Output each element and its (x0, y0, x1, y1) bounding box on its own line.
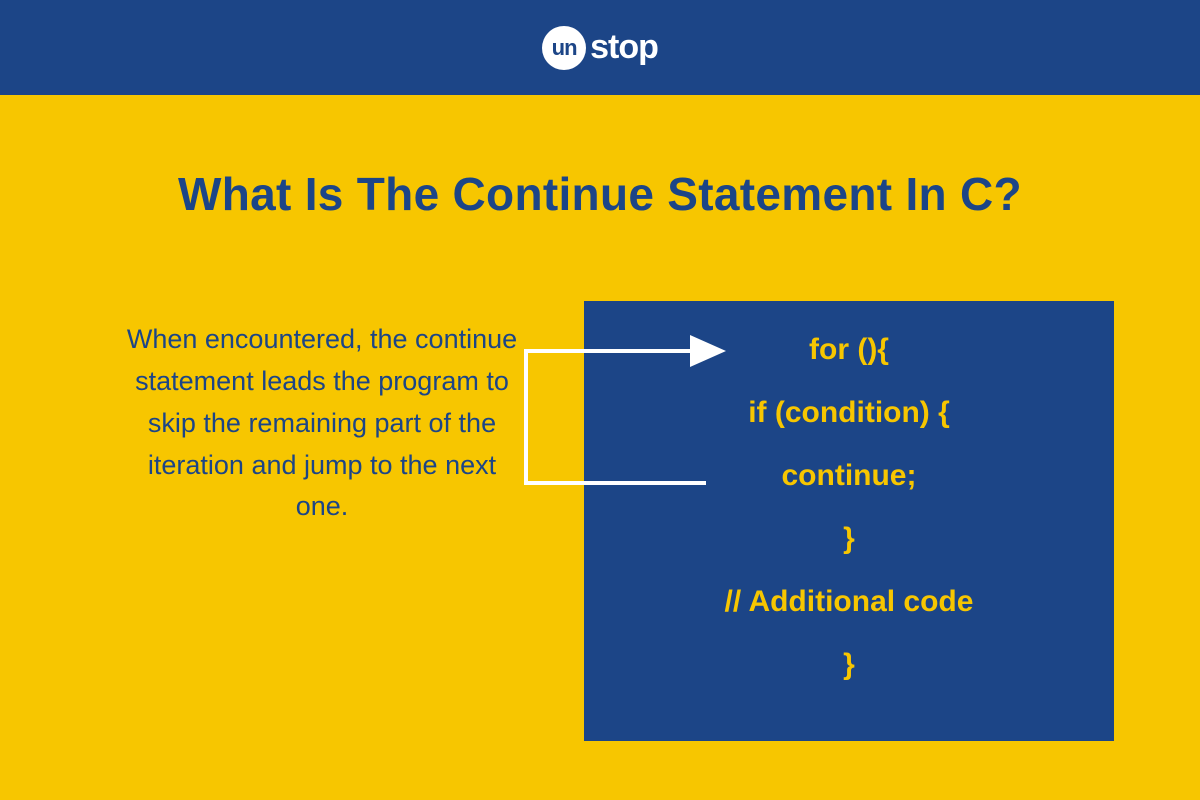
code-line-6: } (843, 648, 855, 681)
header-bar: un stop (0, 0, 1200, 95)
logo-circle-text: un (552, 35, 577, 61)
logo-rest-text: stop (590, 28, 658, 67)
description-text: When encountered, the continue statement… (122, 319, 522, 528)
flow-arrow-icon (516, 333, 776, 513)
page-title: What Is The Continue Statement In C? (0, 167, 1200, 221)
code-line-1: for (){ (809, 333, 889, 366)
code-line-2: if (condition) { (748, 396, 950, 429)
code-line-4: } (843, 522, 855, 555)
brand-logo: un stop (542, 26, 658, 70)
content-area: When encountered, the continue statement… (0, 301, 1200, 781)
code-line-3: continue; (782, 459, 917, 492)
code-line-5: // Additional code (725, 585, 974, 618)
logo-circle: un (542, 26, 586, 70)
